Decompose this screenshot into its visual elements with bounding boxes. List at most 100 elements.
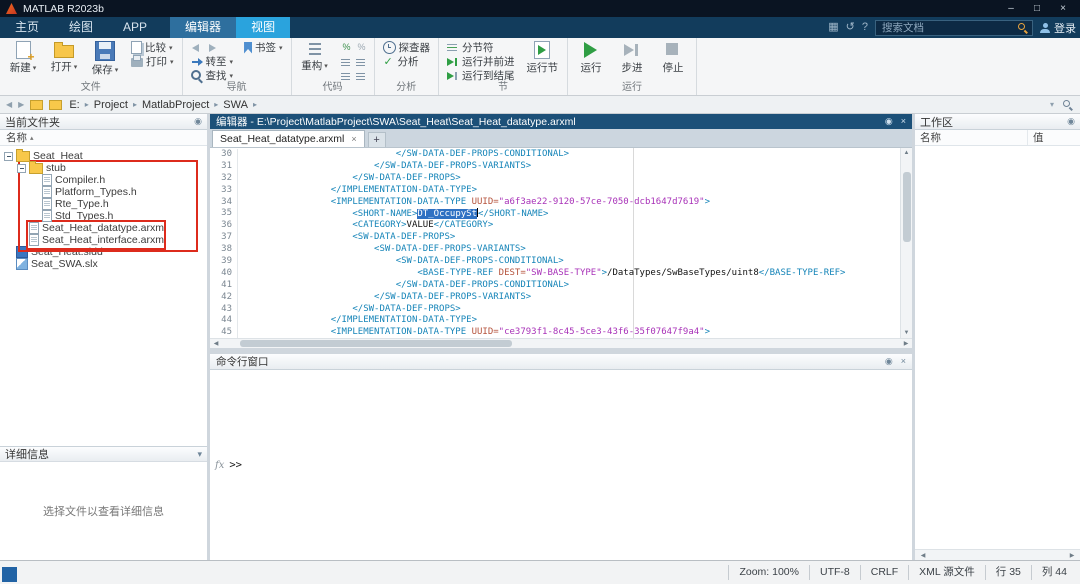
indl-icon[interactable] xyxy=(339,55,353,68)
tree-item[interactable]: Seat_SWA.slx xyxy=(0,258,207,270)
find-button[interactable]: 查找 ▾ xyxy=(189,69,236,82)
scroll-down-icon[interactable]: ▼ xyxy=(901,328,912,338)
doc-search-box[interactable] xyxy=(875,19,1033,36)
code-line[interactable]: 30 </SW-DATA-DEF-PROPS-CONDITIONAL> xyxy=(210,149,900,161)
tree-item[interactable]: stub xyxy=(0,160,207,174)
code-line[interactable]: 42 </SW-DATA-DEF-PROPS-VARIANTS> xyxy=(210,291,900,304)
tree-item[interactable]: Std_Types.h xyxy=(0,210,207,222)
browse-folder-icon[interactable] xyxy=(49,99,63,110)
maximize-button[interactable]: □ xyxy=(1024,3,1050,14)
editor-close-icon[interactable]: × xyxy=(901,117,906,126)
nav-back-forward[interactable] xyxy=(189,41,236,54)
up-folder-icon[interactable] xyxy=(30,99,44,110)
bookmark-button[interactable]: 书签 ▾ xyxy=(242,41,285,54)
scroll-up-icon[interactable]: ▲ xyxy=(901,148,912,158)
collapse-chevron-icon[interactable]: ▾ xyxy=(197,449,202,459)
open-button[interactable]: 打开 ▾ xyxy=(47,40,81,75)
login-button[interactable]: 登录 xyxy=(1040,20,1076,36)
editor-menu-icon[interactable]: ◉ xyxy=(885,117,893,126)
ribbon-tab-绘图[interactable]: 绘图 xyxy=(54,17,108,38)
hscroll-thumb[interactable] xyxy=(240,340,512,347)
workspace-menu-icon[interactable]: ◉ xyxy=(1067,117,1075,126)
help-icon[interactable]: ? xyxy=(862,22,868,33)
breadcrumb-item[interactable]: MatlabProject xyxy=(139,99,212,111)
tree-item[interactable]: Compiler.h xyxy=(0,174,207,186)
code-editor[interactable]: 30 </SW-DATA-DEF-PROPS-CONDITIONAL> 31 </SW… xyxy=(210,148,912,338)
code-line[interactable]: 36 <CATEGORY>VALUE</CATEGORY> xyxy=(210,220,900,233)
name-column-header[interactable]: 名称 ▴ xyxy=(0,130,207,146)
compare-button[interactable]: 比较 ▾ xyxy=(129,41,176,54)
more-icon[interactable] xyxy=(354,69,368,82)
code-line[interactable]: 44 </IMPLEMENTATION-DATA-TYPE> xyxy=(210,315,900,328)
vscroll-thumb[interactable] xyxy=(902,172,911,242)
uncomment-icon[interactable] xyxy=(354,41,368,54)
goto-button[interactable]: 转至 ▾ xyxy=(189,55,236,68)
tree-item[interactable]: Seat_Heat.sldd xyxy=(0,246,207,258)
search-icon[interactable] xyxy=(1018,22,1028,33)
section-break-button[interactable]: 分节符 xyxy=(445,41,517,54)
address-dropdown-icon[interactable]: ▾ xyxy=(1048,100,1056,109)
ribbon-tab-编辑器[interactable]: 编辑器 xyxy=(170,17,237,38)
tree-item[interactable]: Rte_Type.h xyxy=(0,198,207,210)
editor-vertical-scrollbar[interactable]: ▲ ▼ xyxy=(900,148,912,338)
run-button[interactable]: 运行 xyxy=(574,40,608,76)
expander-icon[interactable] xyxy=(4,151,13,161)
status-indicator[interactable] xyxy=(2,567,17,582)
workspace-name-column[interactable]: 名称 xyxy=(915,130,1028,145)
stop-button[interactable]: 停止 xyxy=(656,40,690,76)
run-section-button[interactable]: 运行节 xyxy=(524,40,562,76)
scroll-left-icon[interactable]: ◀ xyxy=(210,340,222,347)
tab-close-icon[interactable]: × xyxy=(351,134,356,144)
code-line[interactable]: 40 <BASE-TYPE-REF DEST="SW-BASE-TYPE">/Da… xyxy=(210,267,900,280)
minimize-button[interactable]: – xyxy=(998,3,1024,14)
expander-icon[interactable] xyxy=(17,163,26,173)
wrap-icon[interactable] xyxy=(339,69,353,82)
tree-item[interactable]: Seat_Heat_datatype.arxml xyxy=(0,222,207,234)
step-button[interactable]: 步进 xyxy=(615,40,649,76)
new-button[interactable]: 新建▾ xyxy=(6,40,40,76)
ws-scroll-right-icon[interactable]: ▶ xyxy=(1066,552,1078,559)
command-window[interactable]: fx >> xyxy=(210,370,912,560)
code-line[interactable]: 32 </SW-DATA-DEF-PROPS> xyxy=(210,172,900,185)
close-button[interactable]: × xyxy=(1050,3,1076,14)
doc-search-input[interactable] xyxy=(880,20,1014,35)
file-tab[interactable]: Seat_Heat_datatype.arxml × xyxy=(212,130,365,147)
code-line[interactable]: 31 </SW-DATA-DEF-PROPS-VARIANTS> xyxy=(210,160,900,173)
layout-icon[interactable]: ▦ xyxy=(828,22,838,33)
new-tab-button[interactable]: + xyxy=(367,132,386,147)
undo-icon[interactable]: ↺ xyxy=(846,22,855,33)
scroll-right-icon[interactable]: ▶ xyxy=(900,340,912,347)
workspace-body[interactable] xyxy=(915,146,1080,549)
cmd-close-icon[interactable]: × xyxy=(901,357,906,366)
breadcrumb-item[interactable]: E: xyxy=(66,99,82,111)
cmd-menu-icon[interactable]: ◉ xyxy=(885,357,893,366)
ws-scroll-left-icon[interactable]: ◀ xyxy=(917,552,929,559)
ribbon-tab-主页[interactable]: 主页 xyxy=(0,17,54,38)
print-button[interactable]: 打印 ▾ xyxy=(129,55,176,68)
editor-horizontal-scrollbar[interactable]: ◀ ▶ xyxy=(210,338,912,348)
comment-icon[interactable] xyxy=(339,41,353,54)
ribbon-tab-APP[interactable]: APP xyxy=(108,17,162,38)
workspace-scrollbar[interactable]: ◀ ▶ xyxy=(915,549,1080,560)
refactor-button[interactable]: 重构 ▾ xyxy=(298,40,332,74)
code-line[interactable]: 43 </SW-DATA-DEF-PROPS> xyxy=(210,303,900,316)
code-line[interactable]: 33 </IMPLEMENTATION-DATA-TYPE> xyxy=(210,184,900,197)
panel-menu-icon[interactable]: ◉ xyxy=(194,117,202,126)
run-advance-button[interactable]: 运行并前进 xyxy=(445,55,517,68)
details-header[interactable]: 详细信息 ▾ xyxy=(0,446,207,462)
forward-icon[interactable]: ▶ xyxy=(16,100,26,109)
save-button[interactable]: 保存 ▾ xyxy=(88,40,122,78)
profiler-button[interactable]: 探查器 xyxy=(381,41,433,54)
code-line[interactable]: 35 <SHORT-NAME>DT_OccupySt</SHORT-NAME> xyxy=(210,208,900,221)
code-line[interactable]: 37 <SW-DATA-DEF-PROPS> xyxy=(210,232,900,245)
tree-item[interactable]: Seat_Heat_interface.arxml xyxy=(0,234,207,246)
folder-search-icon[interactable] xyxy=(1063,99,1073,110)
analyze-button[interactable]: 分析 xyxy=(381,55,433,69)
indr-icon[interactable] xyxy=(354,55,368,68)
workspace-value-column[interactable]: 值 xyxy=(1028,130,1080,145)
code-line[interactable]: 34 <IMPLEMENTATION-DATA-TYPE UUID="a6f3ae… xyxy=(210,196,900,209)
tree-item[interactable]: Platform_Types.h xyxy=(0,186,207,198)
ribbon-tab-视图[interactable]: 视图 xyxy=(236,17,291,38)
code-line[interactable]: 39 <SW-DATA-DEF-PROPS-CONDITIONAL> xyxy=(210,256,900,268)
code-line[interactable]: 41 </SW-DATA-DEF-PROPS-CONDITIONAL> xyxy=(210,279,900,292)
